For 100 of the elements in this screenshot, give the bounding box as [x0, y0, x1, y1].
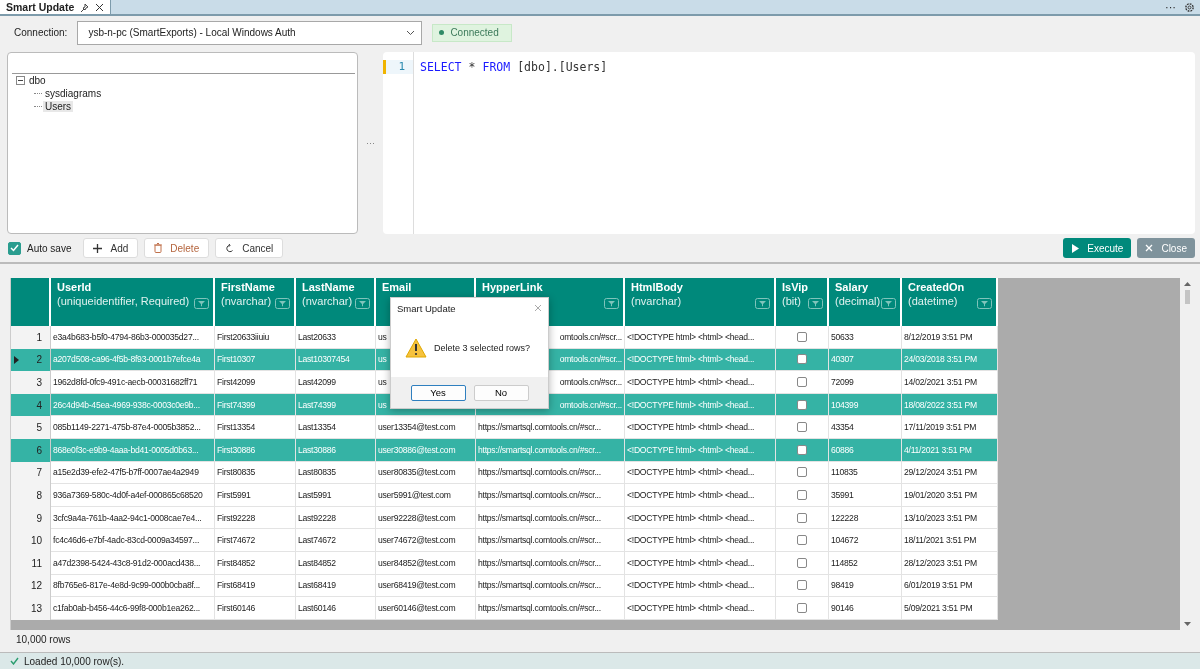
scroll-thumb[interactable] — [1185, 290, 1190, 305]
table-cell: user92228@test.com — [378, 512, 456, 523]
table-cell: 60886 — [831, 444, 854, 455]
vip-checkbox[interactable] — [797, 467, 807, 478]
row-number[interactable]: 11 — [11, 552, 51, 575]
table-cell: omtools.cn/#scr... — [559, 377, 622, 388]
filter-icon[interactable] — [604, 298, 619, 310]
table-cell: 5/09/2021 3:51 PM — [904, 603, 973, 613]
add-button[interactable]: Add — [83, 238, 139, 259]
vip-checkbox[interactable] — [797, 444, 807, 455]
vip-checkbox[interactable] — [797, 331, 807, 342]
table-cell: 122228 — [831, 512, 859, 523]
table-cell: <!DOCTYPE html> <html> <head... — [627, 603, 755, 613]
settings-icon[interactable] — [1184, 2, 1195, 13]
table-cell: <!DOCTYPE html> <html> <head... — [627, 399, 755, 410]
table-cell: 13/10/2023 3:51 PM — [904, 512, 977, 523]
vip-checkbox[interactable] — [797, 422, 807, 433]
table-cell: user60146@test.com — [378, 603, 456, 613]
more-button[interactable]: ··· — [1157, 0, 1184, 14]
table-cell: user80835@test.com — [378, 467, 456, 478]
filter-icon[interactable] — [275, 298, 290, 310]
delete-button[interactable]: Delete — [144, 238, 210, 259]
table-cell: Last80835 — [298, 467, 336, 478]
execute-button[interactable]: Execute — [1063, 238, 1132, 259]
filter-icon[interactable] — [355, 298, 370, 310]
row-number[interactable]: 7 — [11, 461, 51, 485]
row-number[interactable]: 2 — [11, 348, 51, 372]
vip-checkbox[interactable] — [797, 377, 807, 388]
table-cell: 24/03/2018 3:51 PM — [904, 354, 977, 365]
table-cell: First84852 — [217, 557, 256, 568]
table-cell: 3cfc9a4a-761b-4aa2-94c1-0008cae7e4... — [53, 512, 202, 523]
table-cell: First20633iiuiu — [217, 331, 270, 342]
row-number[interactable]: 12 — [11, 574, 51, 598]
auto-save-label: Auto save — [27, 242, 72, 254]
tree-item[interactable]: Users — [43, 100, 74, 112]
auto-save-checkbox[interactable] — [8, 241, 21, 255]
filter-icon[interactable] — [977, 298, 992, 310]
table-cell: 085b1149-2271-475b-87e4-0005b3852... — [53, 422, 201, 433]
table-cell: https://smartsql.comtools.cn/#scr... — [478, 535, 601, 546]
current-row-icon — [14, 355, 19, 364]
table-cell: user13354@test.com — [378, 422, 456, 433]
filter-icon[interactable] — [808, 298, 823, 310]
dialog-button[interactable]: No — [473, 384, 529, 401]
table-cell: us — [378, 399, 387, 410]
line-number: 1 — [383, 59, 413, 74]
table-cell: First68419 — [217, 580, 256, 591]
row-number[interactable]: 1 — [11, 326, 51, 349]
connection-select[interactable]: ysb-n-pc (SmartExports) - Local Windows Auth — [77, 20, 423, 45]
row-number[interactable]: 4 — [11, 393, 51, 417]
close-icon[interactable] — [95, 2, 105, 12]
collapse-icon[interactable] — [16, 75, 25, 85]
vip-checkbox[interactable] — [797, 557, 807, 568]
dialog-button[interactable]: Yes — [410, 384, 466, 401]
table-cell: us — [378, 331, 387, 342]
row-number[interactable]: 3 — [11, 371, 51, 394]
filter-icon[interactable] — [755, 298, 770, 310]
vip-checkbox[interactable] — [797, 603, 807, 613]
trash-icon — [154, 243, 163, 254]
table-cell: a15e2d39-efe2-47f5-b7ff-0007ae4a2949 — [53, 467, 199, 478]
row-number[interactable]: 9 — [11, 506, 51, 530]
connection-status: Connected — [432, 23, 512, 42]
table-cell: 114852 — [831, 557, 858, 568]
vip-checkbox[interactable] — [797, 490, 807, 501]
pin-icon[interactable] — [80, 2, 90, 12]
document-tab[interactable]: Smart Update — [0, 0, 112, 14]
row-number[interactable]: 10 — [11, 529, 51, 553]
filter-icon[interactable] — [194, 298, 209, 310]
table-cell: https://smartsql.comtools.cn/#scr... — [478, 557, 601, 568]
row-number[interactable]: 5 — [11, 416, 51, 440]
table-cell: 29/12/2024 3:51 PM — [904, 467, 977, 478]
table-cell: 72099 — [831, 377, 854, 388]
close-icon — [1145, 244, 1154, 253]
vip-checkbox[interactable] — [797, 354, 807, 365]
splitter-handle[interactable]: ··· — [366, 138, 375, 149]
tree-item[interactable]: dbo — [27, 74, 48, 86]
tree-item[interactable]: sysdiagrams — [43, 87, 104, 99]
row-number[interactable]: 8 — [11, 484, 51, 507]
table-cell: c1fab0ab-b456-44c6-99f8-000b1ea262... — [53, 603, 200, 613]
table-cell: omtools.cn/#scr... — [559, 399, 622, 410]
table-cell: 43354 — [831, 422, 854, 433]
vip-checkbox[interactable] — [797, 512, 807, 523]
table-cell: Last68419 — [298, 580, 336, 591]
code-token: * — [468, 59, 476, 74]
vip-checkbox[interactable] — [797, 535, 807, 546]
table-cell: Last10307454 — [298, 354, 350, 365]
table-cell: <!DOCTYPE html> <html> <head... — [627, 331, 755, 342]
row-number[interactable]: 6 — [11, 439, 51, 462]
filter-icon[interactable] — [881, 298, 896, 310]
scroll-up-icon[interactable] — [1184, 282, 1191, 287]
table-cell: https://smartsql.comtools.cn/#scr... — [478, 467, 601, 478]
table-cell: https://smartsql.comtools.cn/#scr... — [478, 422, 601, 433]
vip-checkbox[interactable] — [797, 580, 807, 591]
vip-checkbox[interactable] — [797, 399, 807, 410]
chevron-icon — [406, 29, 416, 36]
row-number[interactable]: 13 — [11, 597, 51, 620]
table-cell: 90146 — [831, 603, 854, 613]
scroll-down-icon[interactable] — [1184, 622, 1191, 627]
cancel-button[interactable]: Cancel — [215, 238, 284, 259]
table-cell: omtools.cn/#scr... — [559, 331, 622, 342]
table-cell: 8fb765e6-817e-4e8d-9c99-000b0cba8f... — [53, 580, 200, 591]
